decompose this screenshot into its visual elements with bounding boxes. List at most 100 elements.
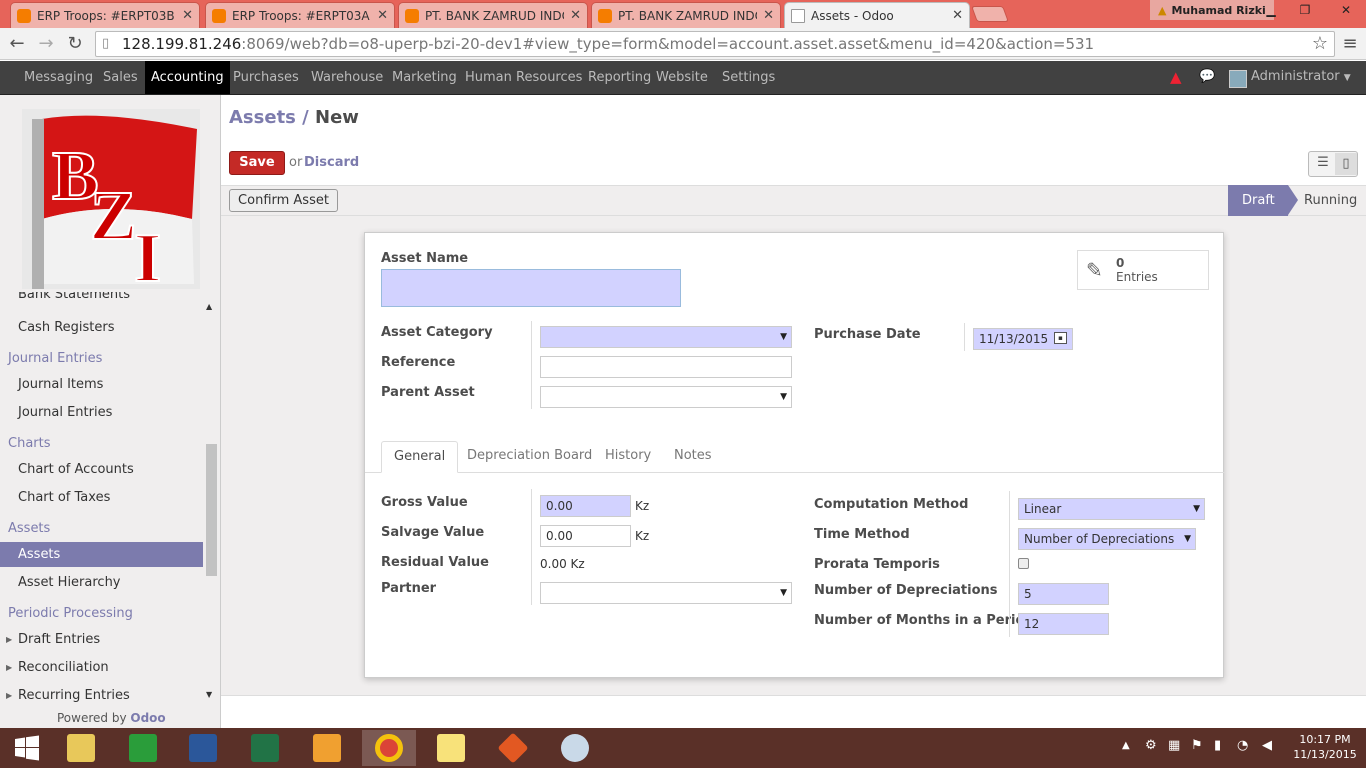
page-info-icon[interactable]: ▯ [102,32,109,56]
close-tab-icon[interactable]: ✕ [377,8,388,23]
save-button[interactable]: Save [229,151,285,175]
menu-sales[interactable]: Sales [97,61,144,94]
browser-tab[interactable]: ERP Troops: #ERPT03A Bis ✕ [205,2,395,28]
computation-method-select[interactable]: Linear ▼ [1018,498,1205,520]
sticky-notes-icon[interactable] [424,730,478,766]
chrome-icon[interactable] [362,730,416,766]
tray-network-icon[interactable]: ⚙ [1145,738,1157,753]
bookmark-star-icon[interactable]: ☆ [1308,32,1332,56]
number-of-depreciations-input[interactable]: 5 [1018,583,1109,605]
tab-notes[interactable]: Notes [662,441,724,473]
tray-flag-icon[interactable]: ⚑ [1191,738,1203,753]
odoo-link[interactable]: Odoo [130,711,165,725]
menu-human-resources[interactable]: Human Resources [459,61,588,94]
store-icon[interactable] [116,730,170,766]
sidebar-item-asset-hierarchy[interactable]: Asset Hierarchy [18,575,121,590]
new-tab-button[interactable] [971,6,1009,22]
calendar-icon[interactable]: ▪ [1054,332,1067,344]
gross-value-input[interactable]: 0.00 [540,495,631,517]
word-icon[interactable] [176,730,230,766]
browser-tab-active[interactable]: Assets - Odoo ✕ [784,2,970,28]
sidebar-item-reconciliation[interactable]: Reconciliation [18,660,109,675]
maximize-icon[interactable]: ❐ [1290,0,1320,20]
tab-general[interactable]: General [381,441,459,473]
close-tab-icon[interactable]: ✕ [570,8,581,23]
tab-history[interactable]: History [593,441,663,473]
menu-purchases[interactable]: Purchases [227,61,305,94]
menu-accounting[interactable]: Accounting [145,61,230,94]
avatar[interactable] [1229,70,1247,88]
user-menu[interactable]: Administrator ▼ [1251,69,1351,84]
tray-wifi-icon[interactable]: ◔ [1237,738,1248,753]
close-tab-icon[interactable]: ✕ [182,8,193,23]
forward-icon[interactable]: → [34,32,58,56]
expand-icon[interactable]: ▶ [6,691,12,700]
confirm-asset-button[interactable]: Confirm Asset [229,189,338,212]
scroll-down-icon[interactable]: ▼ [206,690,212,699]
back-icon[interactable]: ← [5,32,29,56]
time-method-select[interactable]: Number of Depreciations ▼ [1018,528,1196,550]
menu-marketing[interactable]: Marketing [386,61,463,94]
sidebar-item-chart-of-taxes[interactable]: Chart of Taxes [18,490,110,505]
salvage-value-input[interactable]: 0.00 [540,525,631,547]
paint-icon[interactable] [548,730,602,766]
company-logo[interactable]: B Z I [22,109,200,298]
chat-icon[interactable]: 💬 [1199,69,1215,84]
asset-category-select[interactable]: ▼ [540,326,792,348]
menu-reporting[interactable]: Reporting [582,61,657,94]
browser-tab[interactable]: PT. BANK ZAMRUD INDON ✕ [398,2,588,28]
expand-icon[interactable]: ▶ [6,635,12,644]
reference-input[interactable] [540,356,792,378]
sidebar-item-recurring-entries[interactable]: Recurring Entries [18,688,130,703]
sidebar-item-cash-registers[interactable]: Cash Registers [18,320,114,335]
tray-expand-icon[interactable]: ▲ [1122,740,1130,751]
menu-messaging[interactable]: Messaging [18,61,99,94]
sidebar-item-bank-statements[interactable]: Bank Statements [18,292,130,303]
list-view-icon[interactable]: ☰ [1313,155,1333,173]
media-player-icon[interactable] [300,730,354,766]
file-explorer-icon[interactable] [54,730,108,766]
breadcrumb-assets[interactable]: Assets [229,107,296,128]
sidebar-scrollbar[interactable]: ▲ ▼ [205,300,219,710]
menu-warehouse[interactable]: Warehouse [305,61,389,94]
sidebar-item-draft-entries[interactable]: Draft Entries [18,632,100,647]
status-draft[interactable]: Draft [1228,185,1288,216]
minimize-icon[interactable]: ▁ [1256,0,1286,20]
partner-select[interactable]: ▼ [540,582,792,604]
alert-icon[interactable]: ▲ [1170,68,1182,86]
tray-battery-icon[interactable]: ▮ [1214,738,1221,753]
close-tab-icon[interactable]: ✕ [952,8,963,23]
scrollbar-thumb[interactable] [206,444,217,576]
expand-icon[interactable]: ▶ [6,663,12,672]
sidebar-item-journal-entries[interactable]: Journal Entries [18,405,112,420]
windows-start-icon[interactable] [0,730,54,766]
parent-asset-select[interactable]: ▼ [540,386,792,408]
sidebar-item-assets[interactable]: Assets [0,542,203,567]
form-view-icon[interactable]: ▯ [1335,153,1357,175]
menu-icon[interactable]: ≡ [1338,32,1362,56]
url-input[interactable]: ▯ 128.199.81.246:8069/web?db=o8-uperp-bz… [95,31,1335,57]
purchase-date-input[interactable]: 11/13/2015 ▪ [973,328,1073,350]
reload-icon[interactable]: ↻ [63,32,87,56]
taskbar-clock[interactable]: 10:17 PM 11/13/2015 [1290,732,1360,762]
asset-name-input[interactable] [381,269,681,307]
entries-button[interactable]: ✎ 0 Entries [1077,250,1209,290]
tray-windows-icon[interactable]: ▦ [1168,738,1180,753]
status-running[interactable]: Running [1304,193,1357,208]
discard-button[interactable]: Discard [304,155,359,170]
sidebar-item-journal-items[interactable]: Journal Items [18,377,103,392]
sidebar-item-chart-of-accounts[interactable]: Chart of Accounts [18,462,134,477]
close-tab-icon[interactable]: ✕ [763,8,774,23]
menu-website[interactable]: Website [650,61,714,94]
menu-settings[interactable]: Settings [716,61,781,94]
browser-tab[interactable]: ERP Troops: #ERPT03B Bis ✕ [10,2,200,28]
excel-icon[interactable] [238,730,292,766]
close-window-icon[interactable]: ✕ [1326,0,1366,20]
scroll-up-icon[interactable]: ▲ [206,302,212,311]
months-in-period-input[interactable]: 12 [1018,613,1109,635]
browser-tab[interactable]: PT. BANK ZAMRUD INDON ✕ [591,2,781,28]
tab-depreciation-board[interactable]: Depreciation Board [455,441,604,473]
prorata-checkbox[interactable] [1018,558,1029,569]
tray-volume-icon[interactable]: ◀ [1262,738,1272,753]
app-b-icon[interactable] [486,730,540,766]
